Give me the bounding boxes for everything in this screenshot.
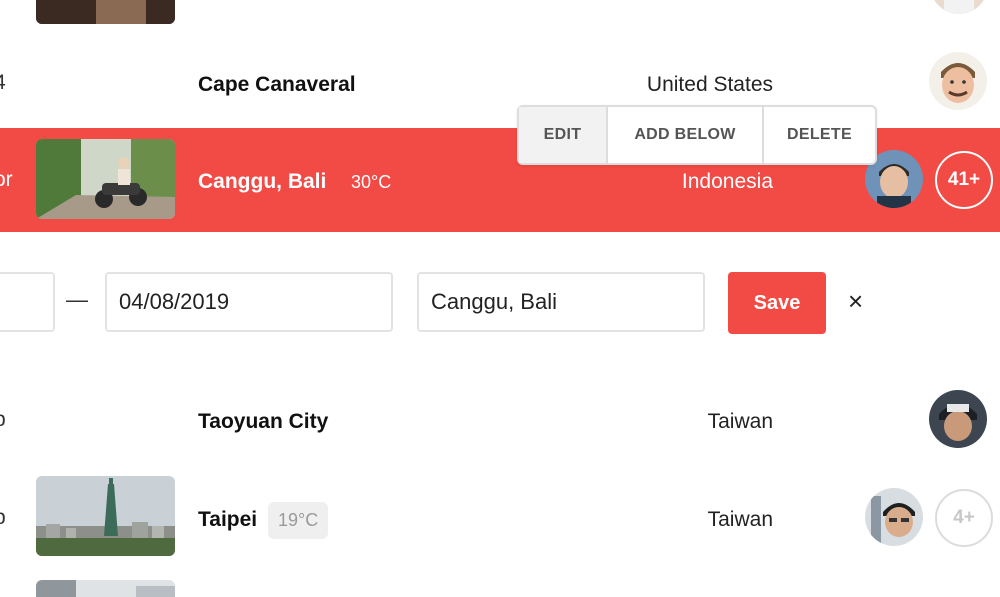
location-input[interactable] [417, 272, 705, 332]
country-name: United States [646, 73, 773, 96]
temperature-label: 30°C [351, 172, 392, 192]
row-date-fragment: or [0, 168, 13, 191]
city-name: Canggu, Bali [198, 170, 327, 193]
city-name: Taipei [198, 508, 258, 531]
table-row[interactable]: b Taoyuan City Taiwan [0, 380, 1000, 460]
edit-menu-item[interactable]: EDIT [519, 107, 608, 163]
row-thumbnail[interactable] [36, 580, 175, 597]
avatar[interactable] [929, 390, 987, 448]
start-date-input[interactable] [0, 272, 55, 332]
more-people-badge[interactable]: 41+ [935, 151, 993, 209]
row-thumbnail[interactable] [36, 476, 175, 556]
country-name: Taiwan [707, 410, 773, 433]
country-name: Taiwan [707, 508, 773, 531]
table-row[interactable]: b Taipei 19°C Taiwan 4+ [0, 476, 1000, 564]
avatar[interactable] [865, 488, 923, 546]
country-name: Indonesia [681, 170, 773, 193]
city-name: Cape Canaveral [198, 73, 356, 96]
avatar[interactable] [929, 52, 987, 110]
row-date-fragment: 4 [0, 71, 6, 95]
city-name: Taoyuan City [198, 410, 329, 433]
end-date-input[interactable] [105, 272, 393, 332]
row-thumbnail[interactable] [36, 139, 175, 219]
row-date-fragment: b [0, 408, 6, 432]
row-date-fragment: b [0, 506, 6, 530]
save-button[interactable]: Save [728, 272, 826, 334]
delete-menu-item[interactable]: DELETE [764, 107, 875, 163]
temperature-chip: 19°C [268, 502, 329, 539]
more-people-badge[interactable]: 4+ [935, 489, 993, 547]
close-icon[interactable]: × [848, 288, 863, 314]
row-thumbnail[interactable] [36, 0, 175, 24]
row-context-menu: EDIT ADD BELOW DELETE [517, 105, 877, 165]
avatar[interactable] [930, 0, 988, 14]
add-below-menu-item[interactable]: ADD BELOW [608, 107, 764, 163]
date-range-separator: — [66, 287, 88, 312]
